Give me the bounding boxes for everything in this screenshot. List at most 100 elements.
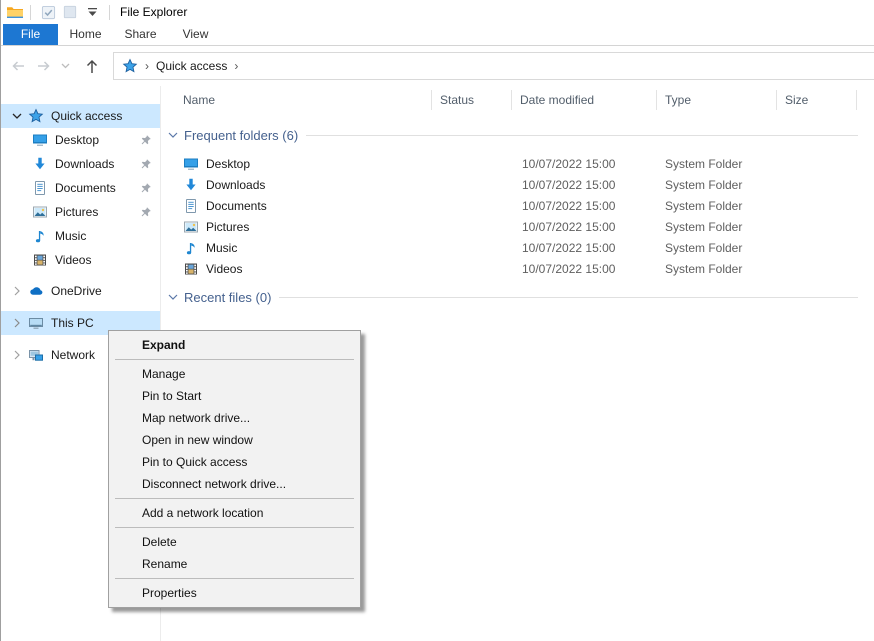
menu-item-map-network-drive[interactable]: Map network drive...	[109, 407, 360, 429]
menu-item-rename[interactable]: Rename	[109, 553, 360, 575]
sidebar-item-label: Desktop	[55, 133, 99, 147]
chevron-right-icon[interactable]	[7, 286, 27, 296]
sidebar-item-desktop[interactable]: Desktop	[1, 128, 160, 152]
qat-customize-caret-icon[interactable]	[82, 3, 102, 21]
toolbar-separator	[30, 5, 31, 20]
recent-locations-caret-icon[interactable]	[57, 53, 73, 79]
file-row-music[interactable]: Music 10/07/2022 15:00 System Folder	[161, 237, 874, 258]
downloads-icon	[31, 156, 49, 172]
menu-item-pin-to-quick-access[interactable]: Pin to Quick access	[109, 451, 360, 473]
file-date-modified: 10/07/2022 15:00	[512, 220, 657, 234]
menu-item-add-a-network-location[interactable]: Add a network location	[109, 502, 360, 524]
qat-properties-button[interactable]	[38, 3, 58, 21]
column-header-date-modified[interactable]: Date modified	[512, 90, 657, 110]
file-row-pictures[interactable]: Pictures 10/07/2022 15:00 System Folder	[161, 216, 874, 237]
menu-item-disconnect-network-drive[interactable]: Disconnect network drive...	[109, 473, 360, 495]
sidebar-item-music[interactable]: Music	[1, 224, 160, 248]
tab-file[interactable]: File	[3, 24, 58, 45]
pin-icon	[140, 182, 152, 194]
sidebar-item-pictures[interactable]: Pictures	[1, 200, 160, 224]
column-header-status[interactable]: Status	[432, 90, 512, 110]
sidebar-item-quick-access[interactable]: Quick access	[1, 104, 160, 128]
navigation-bar: › Quick access ›	[1, 46, 874, 86]
file-name: Documents	[206, 199, 267, 213]
menu-separator	[115, 359, 354, 360]
pictures-icon	[31, 204, 49, 220]
chevron-down-icon[interactable]	[7, 113, 27, 120]
sidebar-item-videos[interactable]: Videos	[1, 248, 160, 272]
column-header-size[interactable]: Size	[777, 90, 857, 110]
pictures-icon	[183, 219, 199, 235]
file-name: Pictures	[206, 220, 249, 234]
sidebar-gap	[1, 272, 160, 279]
menu-item-open-in-new-window[interactable]: Open in new window	[109, 429, 360, 451]
address-bar[interactable]: › Quick access ›	[113, 52, 874, 80]
tab-home[interactable]: Home	[58, 24, 113, 45]
file-name: Music	[206, 241, 237, 255]
sidebar-item-label: Documents	[55, 181, 116, 195]
chevron-down-icon[interactable]	[168, 294, 182, 301]
file-date-modified: 10/07/2022 15:00	[512, 241, 657, 255]
sidebar-item-label: This PC	[51, 316, 94, 330]
downloads-icon	[183, 177, 199, 193]
file-date-modified: 10/07/2022 15:00	[512, 262, 657, 276]
breadcrumb-chevron-icon: ›	[145, 59, 149, 73]
sidebar-item-label: Videos	[55, 253, 91, 267]
sidebar-item-onedrive[interactable]: OneDrive	[1, 279, 160, 303]
file-type: System Folder	[657, 199, 777, 213]
quick-access-star-icon	[27, 108, 45, 124]
file-row-videos[interactable]: Videos 10/07/2022 15:00 System Folder	[161, 258, 874, 279]
documents-icon	[183, 198, 199, 214]
file-row-desktop[interactable]: Desktop 10/07/2022 15:00 System Folder	[161, 153, 874, 174]
music-icon	[31, 228, 49, 244]
this-pc-context-menu: Expand Manage Pin to Start Map network d…	[108, 330, 361, 608]
menu-item-expand[interactable]: Expand	[109, 334, 360, 356]
file-row-documents[interactable]: Documents 10/07/2022 15:00 System Folder	[161, 195, 874, 216]
file-type: System Folder	[657, 220, 777, 234]
menu-item-delete[interactable]: Delete	[109, 531, 360, 553]
desktop-icon	[183, 156, 199, 172]
sidebar-item-documents[interactable]: Documents	[1, 176, 160, 200]
window-title: File Explorer	[120, 5, 187, 19]
frequent-folders-rows: Desktop 10/07/2022 15:00 System Folder D…	[161, 153, 874, 279]
group-header-frequent-folders[interactable]: Frequent folders (6)	[161, 123, 874, 147]
desktop-icon	[31, 132, 49, 148]
breadcrumb-chevron-icon: ›	[234, 59, 238, 73]
group-header-recent-files[interactable]: Recent files (0)	[161, 285, 874, 309]
this-pc-icon	[27, 315, 45, 331]
videos-icon	[183, 261, 199, 277]
chevron-right-icon[interactable]	[7, 350, 27, 360]
file-row-downloads[interactable]: Downloads 10/07/2022 15:00 System Folder	[161, 174, 874, 195]
sidebar-item-downloads[interactable]: Downloads	[1, 152, 160, 176]
breadcrumb-quick-access[interactable]: Quick access	[156, 59, 227, 73]
sidebar-item-label: Quick access	[51, 109, 122, 123]
tab-share[interactable]: Share	[113, 24, 168, 45]
file-explorer-logo-icon	[6, 4, 24, 20]
sidebar-item-label: Downloads	[55, 157, 114, 171]
file-type: System Folder	[657, 262, 777, 276]
menu-separator	[115, 527, 354, 528]
column-header-type[interactable]: Type	[657, 90, 777, 110]
menu-separator	[115, 578, 354, 579]
tab-view[interactable]: View	[168, 24, 223, 45]
file-date-modified: 10/07/2022 15:00	[512, 157, 657, 171]
up-button[interactable]	[79, 53, 105, 79]
menu-item-properties[interactable]: Properties	[109, 582, 360, 604]
qat-new-folder-button[interactable]	[60, 3, 80, 21]
back-button[interactable]	[5, 53, 31, 79]
toolbar-separator	[109, 5, 110, 20]
forward-button[interactable]	[31, 53, 57, 79]
sidebar-item-label: Network	[51, 348, 95, 362]
chevron-right-icon[interactable]	[7, 318, 27, 328]
menu-item-pin-to-start[interactable]: Pin to Start	[109, 385, 360, 407]
music-icon	[183, 240, 199, 256]
network-icon	[27, 347, 45, 363]
menu-item-manage[interactable]: Manage	[109, 363, 360, 385]
chevron-down-icon[interactable]	[168, 132, 182, 139]
quick-access-star-icon	[122, 58, 138, 74]
column-header-row: Name Status Date modified Type Size	[161, 86, 874, 114]
group-rule	[306, 135, 858, 136]
group-rule	[279, 297, 858, 298]
title-bar: File Explorer	[1, 0, 874, 24]
column-header-name[interactable]: Name	[161, 90, 432, 110]
